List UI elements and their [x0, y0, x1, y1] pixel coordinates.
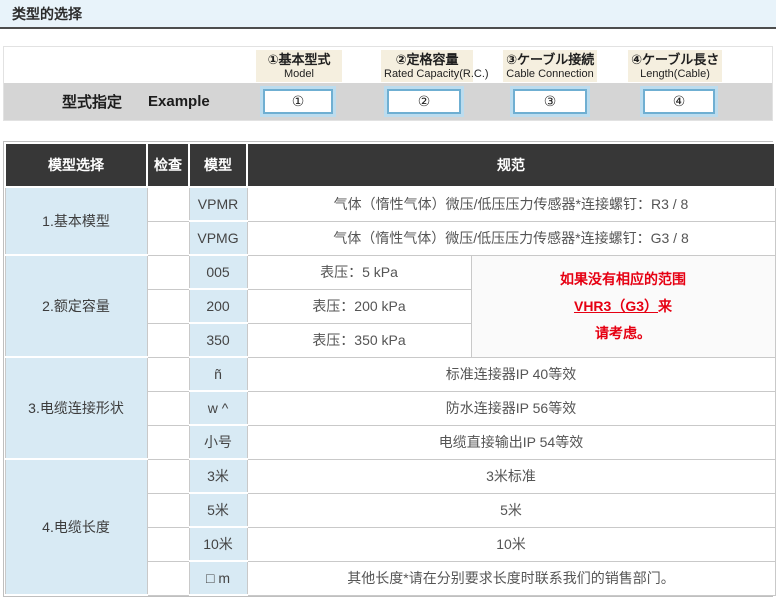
check-cell[interactable]: [147, 323, 189, 357]
model-cell: 小号: [189, 425, 247, 459]
vhr3-link[interactable]: VHR3（G3）: [574, 298, 658, 314]
group-label-rated-capacity: 2.额定容量: [5, 255, 147, 357]
check-cell[interactable]: [147, 527, 189, 561]
spec-cell: 防水连接器IP 56等效: [247, 391, 775, 425]
check-cell[interactable]: [147, 493, 189, 527]
check-cell[interactable]: [147, 255, 189, 289]
model-cell: 005: [189, 255, 247, 289]
model-cell: w ^: [189, 391, 247, 425]
example-box-3: ③: [510, 86, 590, 117]
spec-cell: 气体（惰性气体）微压/低压压力传感器*连接螺钉：R3 / 8: [247, 187, 775, 221]
group-label-cable-length: 4.电缆长度: [5, 459, 147, 595]
page-title-bar: 类型的选择: [0, 0, 776, 29]
check-cell[interactable]: [147, 391, 189, 425]
group-label-cable-connection: 3.电缆连接形状: [5, 357, 147, 459]
note-line2: VHR3（G3）来: [472, 293, 775, 320]
check-cell[interactable]: [147, 221, 189, 255]
example-box-4: ④: [640, 86, 718, 117]
model-cell: VPMG: [189, 221, 247, 255]
check-cell[interactable]: [147, 187, 189, 221]
example-row: 型式指定 Example ① ② ③ ④: [4, 83, 772, 120]
check-cell[interactable]: [147, 357, 189, 391]
check-cell[interactable]: [147, 561, 189, 595]
selector-col-basic-model: ①基本型式 Model: [256, 50, 342, 82]
spec-cell: 10米: [247, 527, 775, 561]
table-row: 4.电缆长度 3米 3米标准: [5, 459, 775, 493]
spec-cell: 表压：200 kPa: [247, 289, 471, 323]
spec-cell: 标准连接器IP 40等效: [247, 357, 775, 391]
spec-cell: 气体（惰性气体）微压/低压压力传感器*连接螺钉：G3 / 8: [247, 221, 775, 255]
page-title: 类型的选择: [12, 4, 82, 24]
table-header-row: 模型选择 检查 模型 规范: [5, 143, 775, 187]
spec-cell: 表压：350 kPa: [247, 323, 471, 357]
model-code-selector: ①基本型式 Model ②定格容量 Rated Capacity(R.C.) ③…: [3, 46, 773, 121]
table-row: 3.电缆连接形状 ñ 标准连接器IP 40等效: [5, 357, 775, 391]
check-cell[interactable]: [147, 425, 189, 459]
check-cell[interactable]: [147, 289, 189, 323]
selector-col-cable-connection: ③ケーブル接続 Cable Connection: [503, 50, 597, 82]
spec-cell: 电缆直接输出IP 54等效: [247, 425, 775, 459]
selection-table: 模型选择 检查 模型 规范 1.基本模型 VPMR 气体（惰性气体）微压/低压压…: [3, 141, 773, 597]
selector-column-headers: ①基本型式 Model ②定格容量 Rated Capacity(R.C.) ③…: [4, 47, 772, 83]
spec-cell: 5米: [247, 493, 775, 527]
selector-col-rated-capacity: ②定格容量 Rated Capacity(R.C.): [381, 50, 473, 82]
model-cell: 350: [189, 323, 247, 357]
note-line3: 请考虑。: [472, 320, 775, 347]
check-cell[interactable]: [147, 459, 189, 493]
example-box-1: ①: [260, 86, 336, 117]
model-cell: 200: [189, 289, 247, 323]
model-cell: VPMR: [189, 187, 247, 221]
selector-col-cable-length: ④ケーブル長さ Length(Cable): [628, 50, 722, 82]
table-row: 2.额定容量 005 表压：5 kPa 如果没有相应的范围 VHR3（G3）来 …: [5, 255, 775, 289]
model-cell: 10米: [189, 527, 247, 561]
model-cell: ñ: [189, 357, 247, 391]
spec-cell: 3米标准: [247, 459, 775, 493]
range-note: 如果没有相应的范围 VHR3（G3）来 请考虑。: [471, 255, 775, 357]
model-cell: 3米: [189, 459, 247, 493]
example-box-2: ②: [384, 86, 464, 117]
spec-cell: 表压：5 kPa: [247, 255, 471, 289]
header-check: 检查: [147, 143, 189, 187]
header-spec: 规范: [247, 143, 775, 187]
model-cell: □ m: [189, 561, 247, 595]
header-model-selection: 模型选择: [5, 143, 147, 187]
spec-cell: 其他长度*请在分别要求长度时联系我们的销售部门。: [247, 561, 775, 595]
note-line1: 如果没有相应的范围: [472, 266, 775, 293]
example-label: 型式指定 Example: [62, 83, 210, 120]
table-row: 1.基本模型 VPMR 气体（惰性气体）微压/低压压力传感器*连接螺钉：R3 /…: [5, 187, 775, 221]
group-label-basic-model: 1.基本模型: [5, 187, 147, 255]
model-cell: 5米: [189, 493, 247, 527]
header-model: 模型: [189, 143, 247, 187]
